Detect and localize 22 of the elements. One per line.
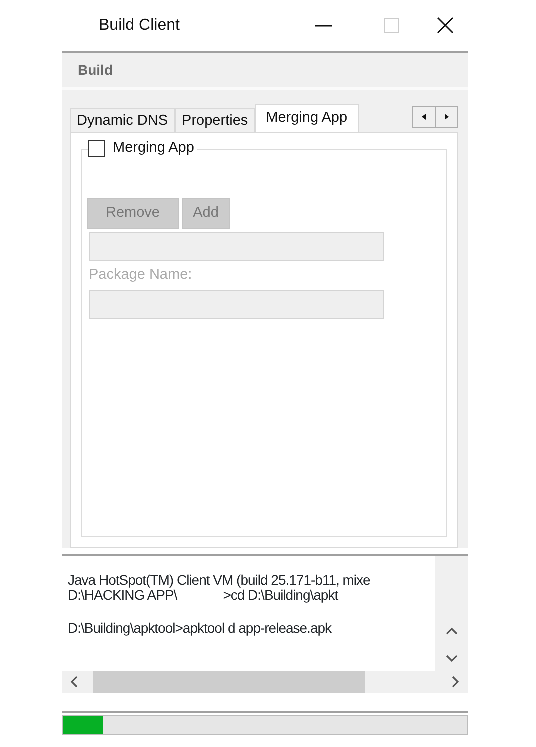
input-field[interactable] <box>89 290 384 319</box>
scroll-right-icon[interactable] <box>451 676 460 688</box>
input-field[interactable] <box>89 232 384 261</box>
menu-label[interactable]: Build <box>78 60 113 80</box>
tab[interactable]: Dynamic DNS <box>70 108 176 132</box>
console-line: >cd D:\Building\apkt <box>223 588 338 603</box>
console-line: D:\HACKING APP\ <box>68 588 178 603</box>
left-arrow-icon[interactable] <box>422 114 426 120</box>
scroll-up-icon[interactable] <box>446 627 458 636</box>
window-title: Build Client <box>99 16 181 36</box>
close-icon[interactable] <box>436 17 454 34</box>
tab[interactable]: Properties <box>175 108 256 132</box>
console-line: D:\Building\apktool>apktool d app-release.apk <box>68 621 332 636</box>
tab[interactable]: Merging App <box>255 104 359 132</box>
console-line: Java HotSpot(TM) Client VM (build 25.171-b11, mixe <box>68 573 370 588</box>
scroll-left-icon[interactable] <box>70 676 79 688</box>
field-label: Package Name: <box>89 266 194 285</box>
right-arrow-icon[interactable] <box>444 114 448 120</box>
scroll-down-icon[interactable] <box>446 654 458 663</box>
scrollbar-thumb[interactable] <box>93 671 365 693</box>
minimize-icon[interactable] <box>314 24 332 26</box>
checkbox-label: Merging App <box>113 139 194 158</box>
